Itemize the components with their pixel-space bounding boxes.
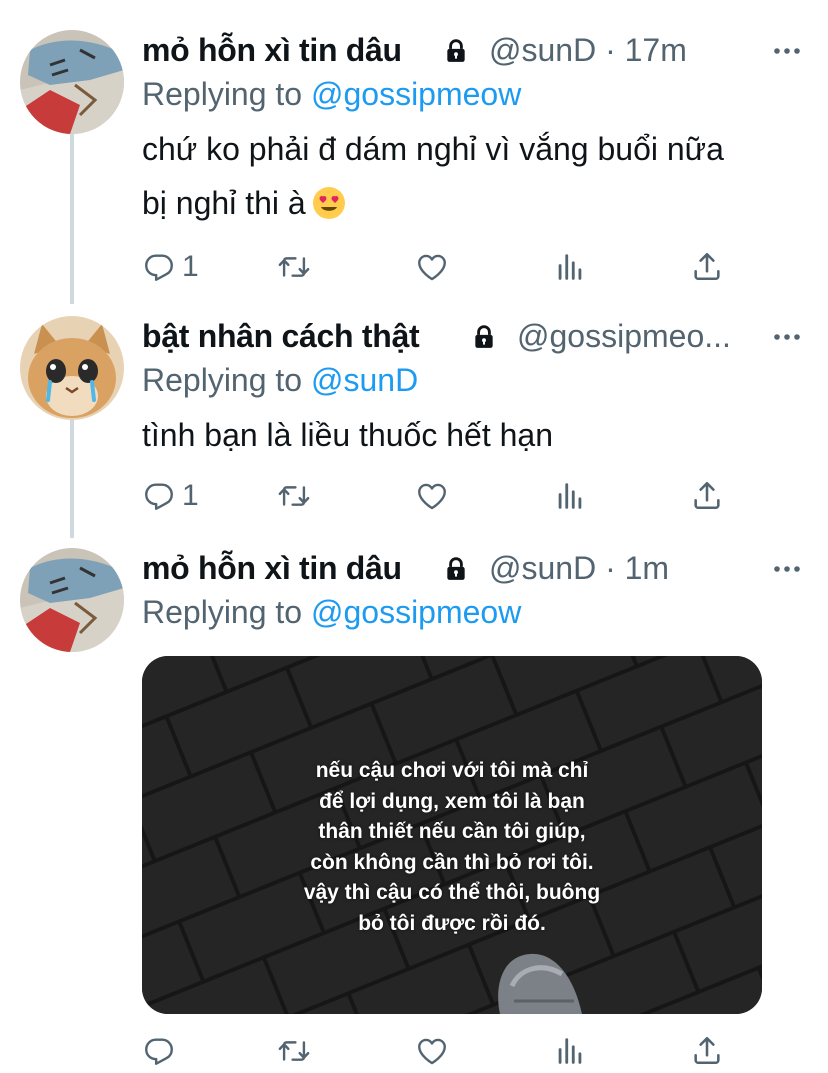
reply-count: 1	[182, 250, 199, 283]
analytics-button[interactable]	[553, 247, 587, 287]
tweet-3[interactable]: mỏ hỗn xì tin dâu @sunD · 1m Replying to…	[0, 544, 828, 1073]
reply-mention[interactable]: @gossipmeow	[311, 76, 521, 112]
tweet-actions: 1	[142, 476, 742, 516]
lock-icon	[443, 556, 469, 582]
tweet-text: chứ ko phải đ dám nghỉ vì vắng buổi nữa …	[142, 122, 804, 230]
share-button[interactable]	[690, 1031, 724, 1071]
lock-icon	[443, 38, 469, 64]
analytics-icon	[553, 1034, 587, 1068]
like-button[interactable]	[415, 476, 449, 516]
reply-mention[interactable]: @sunD	[311, 362, 418, 398]
lock-icon	[471, 324, 497, 350]
display-name[interactable]: bật nhân cách thật	[142, 312, 420, 360]
display-name[interactable]: mỏ hỗn xì tin dâu	[142, 544, 402, 592]
share-icon	[690, 479, 724, 513]
reply-context: Replying to @sunD	[142, 360, 804, 400]
analytics-button[interactable]	[553, 476, 587, 516]
retweet-icon	[277, 479, 311, 513]
handle-time[interactable]: @sunD · 17m	[489, 26, 687, 74]
caption-line: thân thiết nếu cần tôi giúp,	[318, 820, 586, 843]
reply-button[interactable]: 1	[142, 476, 199, 516]
reply-icon	[142, 479, 176, 513]
analytics-icon	[553, 250, 587, 284]
reply-button[interactable]	[142, 1031, 182, 1071]
tweet-2[interactable]: bật nhân cách thật @gossipmeo... Replyin…	[0, 312, 828, 532]
caption-line: vậy thì cậu có thể thôi, buông	[303, 881, 601, 904]
more-icon[interactable]	[772, 564, 802, 574]
media-caption: nếu cậu chơi với tôi mà chỉ để lợi dụng,…	[142, 756, 762, 939]
caption-line: còn không cần thì bỏ rơi tôi.	[310, 850, 594, 874]
tweet-text-line: tình bạn là liều thuốc hết hạn	[142, 417, 553, 453]
avatar[interactable]	[20, 30, 124, 134]
handle-time[interactable]: @sunD · 1m	[489, 544, 669, 592]
more-icon[interactable]	[772, 332, 802, 342]
analytics-button[interactable]	[553, 1031, 587, 1071]
share-button[interactable]	[690, 476, 724, 516]
retweet-button[interactable]	[277, 476, 311, 516]
retweet-button[interactable]	[277, 247, 311, 287]
like-icon	[415, 479, 449, 513]
reply-mention[interactable]: @gossipmeow	[311, 594, 521, 630]
more-icon[interactable]	[772, 46, 802, 56]
analytics-icon	[553, 479, 587, 513]
reply-context: Replying to @gossipmeow	[142, 74, 804, 114]
caption-line: để lợi dụng, xem tôi là bạn	[319, 789, 585, 813]
retweet-icon	[277, 250, 311, 284]
reply-prefix: Replying to	[142, 76, 303, 112]
reply-count: 1	[182, 479, 199, 512]
tweet-actions	[142, 1031, 742, 1071]
share-icon	[690, 1034, 724, 1068]
retweet-button[interactable]	[277, 1031, 311, 1071]
tweet-text-line-with-emoji: bị nghỉ thi à	[142, 176, 804, 230]
caption-line: nếu cậu chơi với tôi mà chỉ	[315, 759, 589, 782]
tweet-1[interactable]: mỏ hỗn xì tin dâu @sunD · 17m Replying t…	[0, 26, 828, 296]
tweet-actions: 1	[142, 247, 742, 287]
reply-prefix: Replying to	[142, 594, 303, 630]
share-button[interactable]	[690, 247, 724, 287]
tweet-text: tình bạn là liều thuốc hết hạn	[142, 408, 804, 462]
tweet-text-line: chứ ko phải đ dám nghỉ vì vắng buổi nữa	[142, 131, 724, 167]
avatar[interactable]	[20, 316, 124, 420]
tweet-text-line: bị nghỉ thi à	[142, 185, 306, 221]
tweet-media-image[interactable]: nếu cậu chơi với tôi mà chỉ để lợi dụng,…	[142, 656, 762, 1014]
like-button[interactable]	[415, 1031, 449, 1071]
reply-prefix: Replying to	[142, 362, 303, 398]
like-button[interactable]	[415, 247, 449, 287]
like-icon	[415, 250, 449, 284]
reply-icon	[142, 250, 176, 284]
caption-line: bỏ tôi được rồi đó.	[358, 911, 546, 935]
like-icon	[415, 1034, 449, 1068]
reply-icon	[142, 1034, 176, 1068]
retweet-icon	[277, 1034, 311, 1068]
reply-context: Replying to @gossipmeow	[142, 592, 804, 632]
handle-time[interactable]: @gossipmeo...	[517, 312, 731, 360]
display-name[interactable]: mỏ hỗn xì tin dâu	[142, 26, 402, 74]
heart-eyes-emoji	[312, 186, 345, 219]
avatar[interactable]	[20, 548, 124, 652]
reply-button[interactable]: 1	[142, 247, 199, 287]
share-icon	[690, 250, 724, 284]
